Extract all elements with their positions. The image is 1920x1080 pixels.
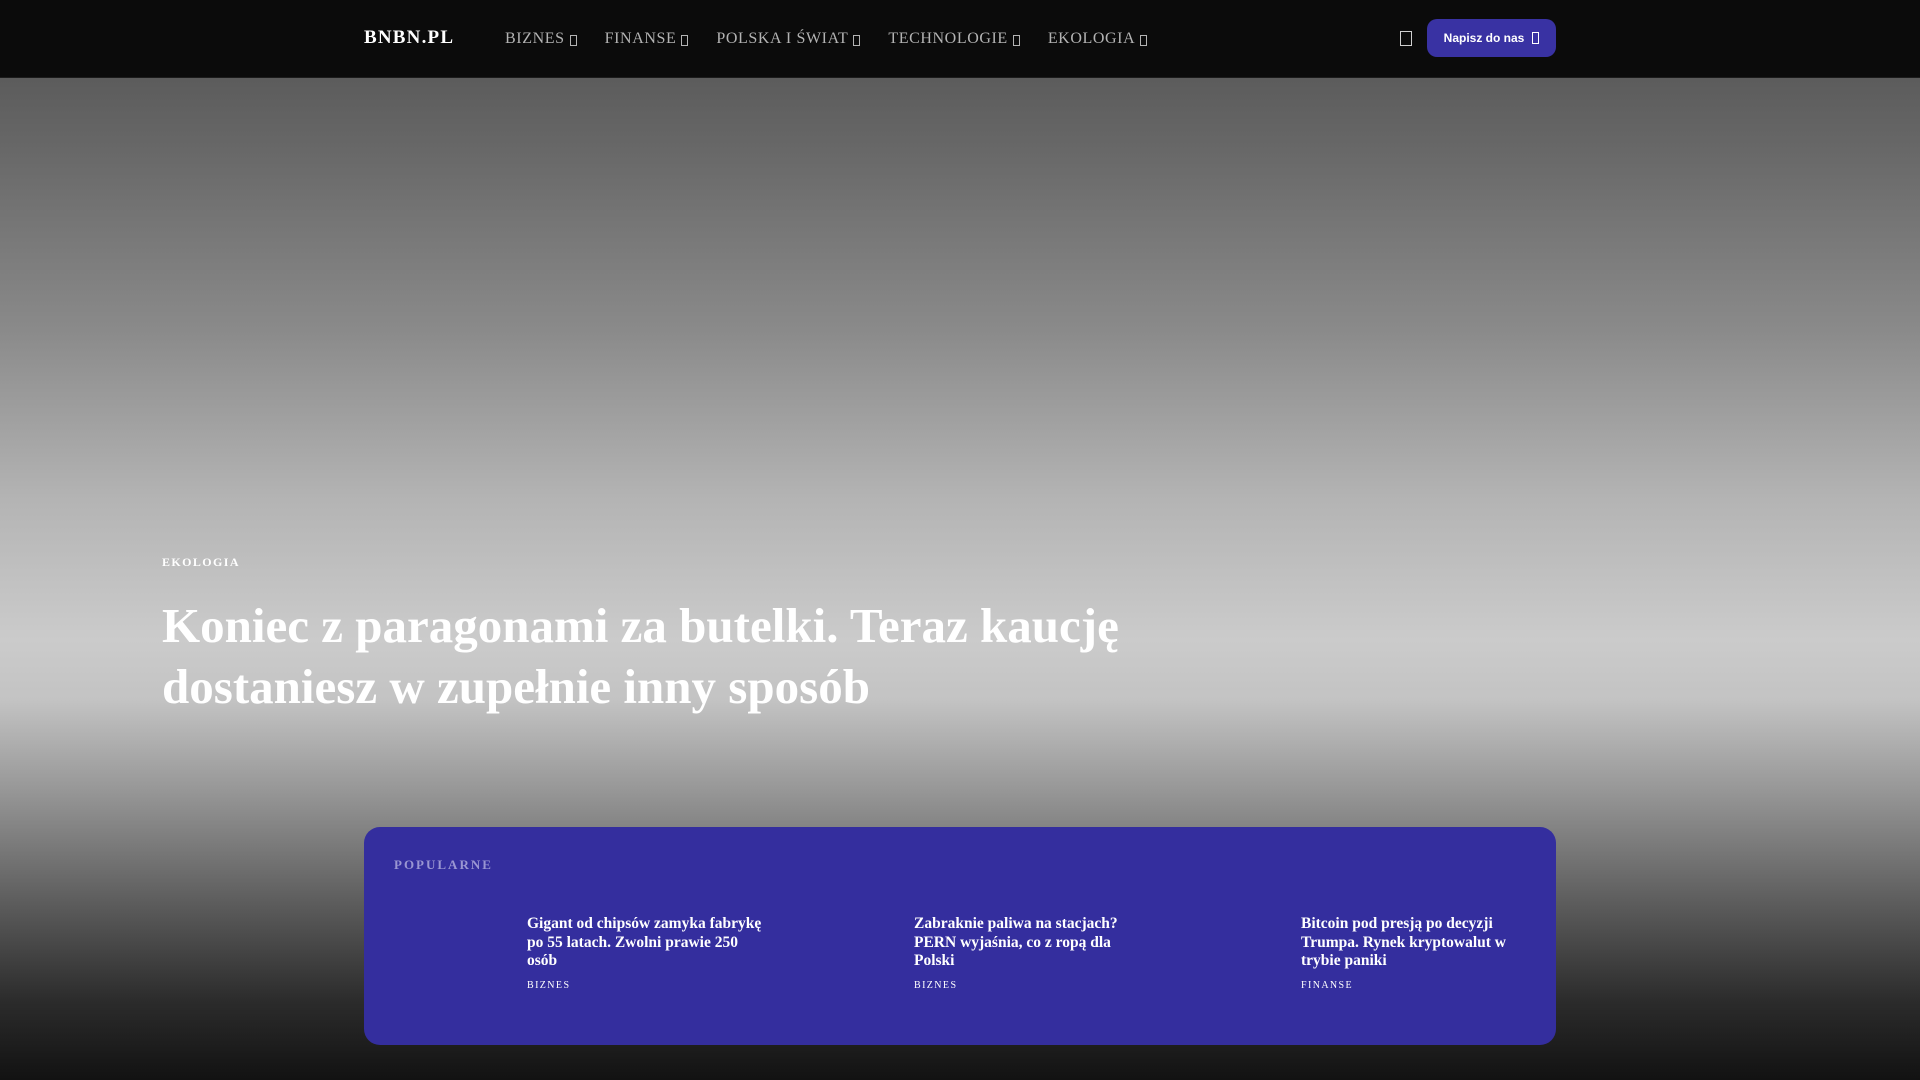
hero-category-link[interactable]: EKOLOGIA <box>162 555 240 570</box>
site-logo[interactable]: BNBN.PL <box>364 26 454 50</box>
popular-item-category[interactable]: BIZNES <box>527 980 767 991</box>
hero-article-title[interactable]: Koniec z paragonami za butelki. Teraz ka… <box>162 595 1182 717</box>
popular-item-category[interactable]: FINANSE <box>1301 980 1541 991</box>
menu-item-ekologia[interactable]: EKOLOGIA <box>1047 30 1148 48</box>
send-icon <box>1532 32 1540 44</box>
popular-item-title[interactable]: Bitcoin pod presją po decyzji Trumpa. Ry… <box>1301 915 1541 971</box>
menu-item-technologie[interactable]: TECHNOLOGIE <box>888 30 1020 48</box>
popular-panel: POPULARNE Gigant od chipsów zamyka fabry… <box>364 827 1556 1045</box>
chevron-down-icon <box>681 34 689 46</box>
chevron-down-icon <box>569 34 577 46</box>
popular-item[interactable]: Bitcoin pod presją po decyzji Trumpa. Ry… <box>1301 915 1541 991</box>
page: BNBN.PL BIZNES FINANSE POLSKA I ŚWIAT TE… <box>0 0 1920 1080</box>
main-menu: BIZNES FINANSE POLSKA I ŚWIAT TECHNOLOGI… <box>505 0 1175 78</box>
menu-item-polska-i-swiat[interactable]: POLSKA I ŚWIAT <box>716 30 861 48</box>
chevron-down-icon <box>1012 34 1020 46</box>
chevron-down-icon <box>853 34 861 46</box>
chevron-down-icon <box>1140 34 1148 46</box>
popular-item[interactable]: Gigant od chipsów zamyka fabrykę po 55 l… <box>527 915 767 991</box>
popular-item-title[interactable]: Zabraknie paliwa na stacjach? PERN wyjaś… <box>914 915 1154 971</box>
popular-item-category[interactable]: BIZNES <box>914 980 1154 991</box>
popular-heading: POPULARNE <box>394 857 493 872</box>
search-icon[interactable] <box>1400 31 1412 46</box>
popular-item-title[interactable]: Gigant od chipsów zamyka fabrykę po 55 l… <box>527 915 767 971</box>
menu-item-label: FINANSE <box>604 30 677 47</box>
menu-item-biznes[interactable]: BIZNES <box>505 30 577 48</box>
menu-item-label: TECHNOLOGIE <box>888 30 1008 47</box>
contact-button-label: Napisz do nas <box>1443 31 1525 45</box>
contact-button[interactable]: Napisz do nas <box>1427 19 1556 57</box>
menu-item-finanse[interactable]: FINANSE <box>605 30 689 48</box>
menu-item-label: POLSKA I ŚWIAT <box>716 30 849 47</box>
menu-item-label: EKOLOGIA <box>1047 30 1136 47</box>
top-navbar: BNBN.PL BIZNES FINANSE POLSKA I ŚWIAT TE… <box>0 0 1920 78</box>
popular-item[interactable]: Zabraknie paliwa na stacjach? PERN wyjaś… <box>914 915 1154 991</box>
menu-item-label: BIZNES <box>505 30 565 47</box>
